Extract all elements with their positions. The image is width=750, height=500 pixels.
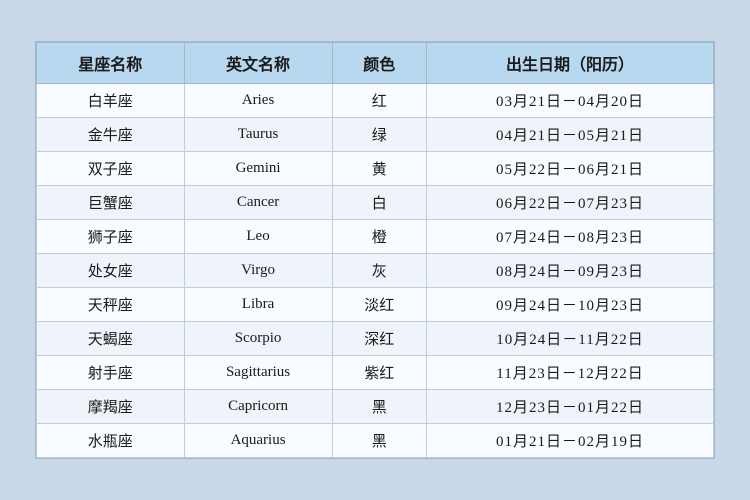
- cell-chinese-name: 射手座: [37, 356, 185, 390]
- table-row: 天蝎座Scorpio深红10月24日－11月22日: [37, 322, 714, 356]
- cell-english-name: Gemini: [184, 152, 332, 186]
- cell-color: 橙: [332, 220, 427, 254]
- cell-english-name: Capricorn: [184, 390, 332, 424]
- table-row: 金牛座Taurus绿04月21日－05月21日: [37, 118, 714, 152]
- table-row: 双子座Gemini黄05月22日－06月21日: [37, 152, 714, 186]
- cell-english-name: Virgo: [184, 254, 332, 288]
- cell-dates: 12月23日－01月22日: [427, 390, 714, 424]
- cell-color: 黑: [332, 424, 427, 458]
- table-body: 白羊座Aries红03月21日－04月20日金牛座Taurus绿04月21日－0…: [37, 84, 714, 458]
- cell-chinese-name: 狮子座: [37, 220, 185, 254]
- cell-color: 黄: [332, 152, 427, 186]
- cell-color: 紫红: [332, 356, 427, 390]
- cell-chinese-name: 双子座: [37, 152, 185, 186]
- table-row: 狮子座Leo橙07月24日－08月23日: [37, 220, 714, 254]
- cell-chinese-name: 金牛座: [37, 118, 185, 152]
- cell-dates: 01月21日－02月19日: [427, 424, 714, 458]
- cell-english-name: Leo: [184, 220, 332, 254]
- cell-chinese-name: 天秤座: [37, 288, 185, 322]
- cell-dates: 03月21日－04月20日: [427, 84, 714, 118]
- table-row: 水瓶座Aquarius黑01月21日－02月19日: [37, 424, 714, 458]
- cell-chinese-name: 白羊座: [37, 84, 185, 118]
- cell-dates: 08月24日－09月23日: [427, 254, 714, 288]
- table-row: 处女座Virgo灰08月24日－09月23日: [37, 254, 714, 288]
- cell-color: 绿: [332, 118, 427, 152]
- cell-dates: 04月21日－05月21日: [427, 118, 714, 152]
- cell-english-name: Libra: [184, 288, 332, 322]
- cell-chinese-name: 处女座: [37, 254, 185, 288]
- cell-chinese-name: 巨蟹座: [37, 186, 185, 220]
- table-row: 摩羯座Capricorn黑12月23日－01月22日: [37, 390, 714, 424]
- cell-dates: 07月24日－08月23日: [427, 220, 714, 254]
- table-row: 天秤座Libra淡红09月24日－10月23日: [37, 288, 714, 322]
- cell-color: 淡红: [332, 288, 427, 322]
- cell-english-name: Aquarius: [184, 424, 332, 458]
- col-header-chinese: 星座名称: [37, 43, 185, 84]
- cell-chinese-name: 水瓶座: [37, 424, 185, 458]
- cell-color: 黑: [332, 390, 427, 424]
- table-row: 射手座Sagittarius紫红11月23日－12月22日: [37, 356, 714, 390]
- cell-color: 白: [332, 186, 427, 220]
- cell-english-name: Cancer: [184, 186, 332, 220]
- cell-english-name: Scorpio: [184, 322, 332, 356]
- table-header-row: 星座名称 英文名称 颜色 出生日期（阳历）: [37, 43, 714, 84]
- cell-english-name: Sagittarius: [184, 356, 332, 390]
- cell-dates: 06月22日－07月23日: [427, 186, 714, 220]
- col-header-dates: 出生日期（阳历）: [427, 43, 714, 84]
- cell-dates: 05月22日－06月21日: [427, 152, 714, 186]
- zodiac-table-container: 星座名称 英文名称 颜色 出生日期（阳历） 白羊座Aries红03月21日－04…: [35, 41, 715, 459]
- cell-dates: 09月24日－10月23日: [427, 288, 714, 322]
- cell-english-name: Taurus: [184, 118, 332, 152]
- table-row: 巨蟹座Cancer白06月22日－07月23日: [37, 186, 714, 220]
- cell-dates: 11月23日－12月22日: [427, 356, 714, 390]
- col-header-english: 英文名称: [184, 43, 332, 84]
- zodiac-table: 星座名称 英文名称 颜色 出生日期（阳历） 白羊座Aries红03月21日－04…: [36, 42, 714, 458]
- cell-chinese-name: 天蝎座: [37, 322, 185, 356]
- cell-color: 深红: [332, 322, 427, 356]
- cell-color: 红: [332, 84, 427, 118]
- cell-english-name: Aries: [184, 84, 332, 118]
- cell-color: 灰: [332, 254, 427, 288]
- table-row: 白羊座Aries红03月21日－04月20日: [37, 84, 714, 118]
- col-header-color: 颜色: [332, 43, 427, 84]
- cell-chinese-name: 摩羯座: [37, 390, 185, 424]
- cell-dates: 10月24日－11月22日: [427, 322, 714, 356]
